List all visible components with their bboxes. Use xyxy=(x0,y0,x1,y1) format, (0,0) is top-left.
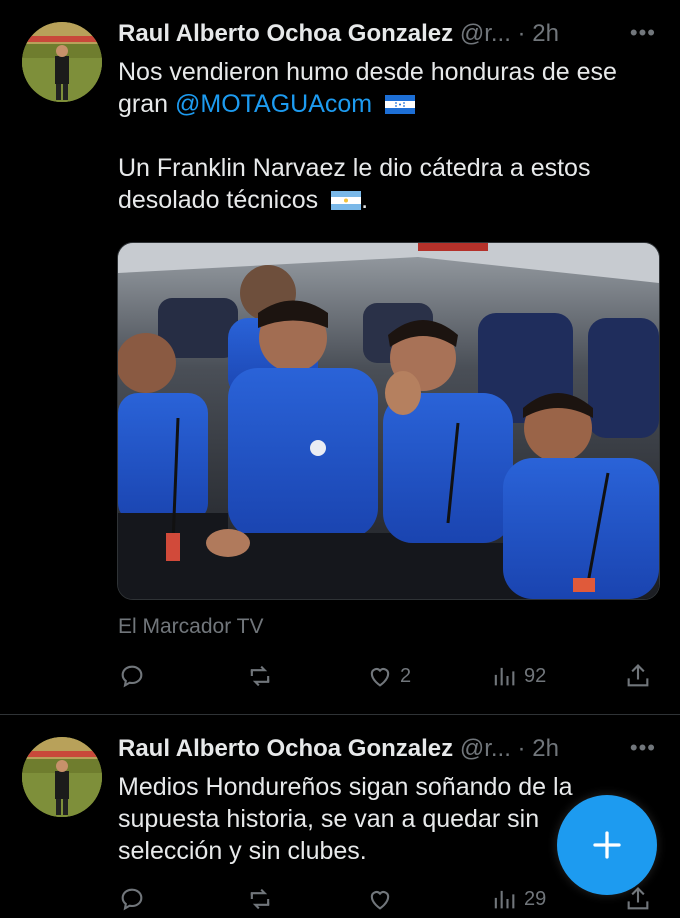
tweet[interactable]: Raul Alberto Ochoa Gonzalez @r... · 2h •… xyxy=(0,0,680,715)
avatar-image xyxy=(22,737,102,817)
views-button[interactable]: 29 xyxy=(490,883,546,915)
reply-button[interactable] xyxy=(118,660,146,692)
separator: · xyxy=(517,735,526,762)
compose-button[interactable] xyxy=(557,795,657,895)
retweet-icon xyxy=(250,888,270,910)
honduras-flag-icon xyxy=(385,95,416,114)
tweet-text-line: Medios Hondureños sigan soñando de la xyxy=(118,773,573,801)
separator: · xyxy=(517,20,526,47)
more-dots-icon[interactable]: ••• xyxy=(630,20,656,46)
mention-link[interactable]: @MOTAGUAcom xyxy=(175,90,372,118)
views-button[interactable]: 92 xyxy=(490,660,546,692)
author-handle[interactable]: @r... xyxy=(460,735,511,762)
tweet-header: Raul Alberto Ochoa Gonzalez @r... · 2h •… xyxy=(118,20,660,52)
like-count: 2 xyxy=(400,664,412,687)
views-icon xyxy=(494,667,515,686)
plus-icon xyxy=(593,831,621,859)
timestamp[interactable]: 2h xyxy=(532,20,559,47)
more-dots-icon[interactable]: ••• xyxy=(630,735,656,761)
reply-button[interactable] xyxy=(118,883,146,915)
share-icon xyxy=(627,664,649,687)
avatar[interactable] xyxy=(22,22,102,102)
reply-icon xyxy=(121,665,143,688)
timestamp[interactable]: 2h xyxy=(532,735,559,762)
tweet-header: Raul Alberto Ochoa Gonzalez @r... · 2h •… xyxy=(118,735,660,767)
share-button[interactable] xyxy=(624,660,652,692)
heart-icon xyxy=(370,668,390,687)
author-name[interactable]: Raul Alberto Ochoa Gonzalez xyxy=(118,735,453,762)
tweet-text-line: gran @MOTAGUAcom xyxy=(118,88,644,120)
views-count: 29 xyxy=(524,887,547,910)
tweet-photo[interactable] xyxy=(117,242,660,600)
avatar[interactable] xyxy=(22,737,102,817)
heart-icon xyxy=(370,891,390,910)
tweet-text-fragment: . xyxy=(361,186,369,214)
tweet-text-fragment: gran xyxy=(118,90,175,118)
tweet-actions: 2 92 xyxy=(118,660,658,692)
tweet-text-fragment: desolado técnicos xyxy=(118,186,319,214)
reply-icon xyxy=(121,888,143,911)
retweet-icon xyxy=(250,665,270,687)
author-name[interactable]: Raul Alberto Ochoa Gonzalez xyxy=(118,20,453,47)
retweet-button[interactable] xyxy=(246,883,274,915)
tweet-actions: 29 xyxy=(118,883,658,915)
media-source-label[interactable]: El Marcador TV xyxy=(118,615,264,639)
author-handle[interactable]: @r... xyxy=(460,20,511,47)
retweet-button[interactable] xyxy=(246,660,274,692)
tweet-text-line: Un Franklin Narvaez le dio cátedra a est… xyxy=(118,154,591,182)
views-icon xyxy=(494,890,515,909)
views-count: 92 xyxy=(524,664,547,687)
bench-photo-image xyxy=(118,243,659,599)
avatar-image xyxy=(22,22,102,102)
tweet-text: Nos vendieron humo desde honduras de ese… xyxy=(118,56,644,216)
tweet-text-line: desolado técnicos . xyxy=(118,184,644,216)
tweet-text-line: Nos vendieron humo desde honduras de ese xyxy=(118,58,617,86)
like-button[interactable] xyxy=(366,883,394,915)
argentina-flag-icon xyxy=(331,191,362,210)
like-button[interactable]: 2 xyxy=(366,660,411,692)
